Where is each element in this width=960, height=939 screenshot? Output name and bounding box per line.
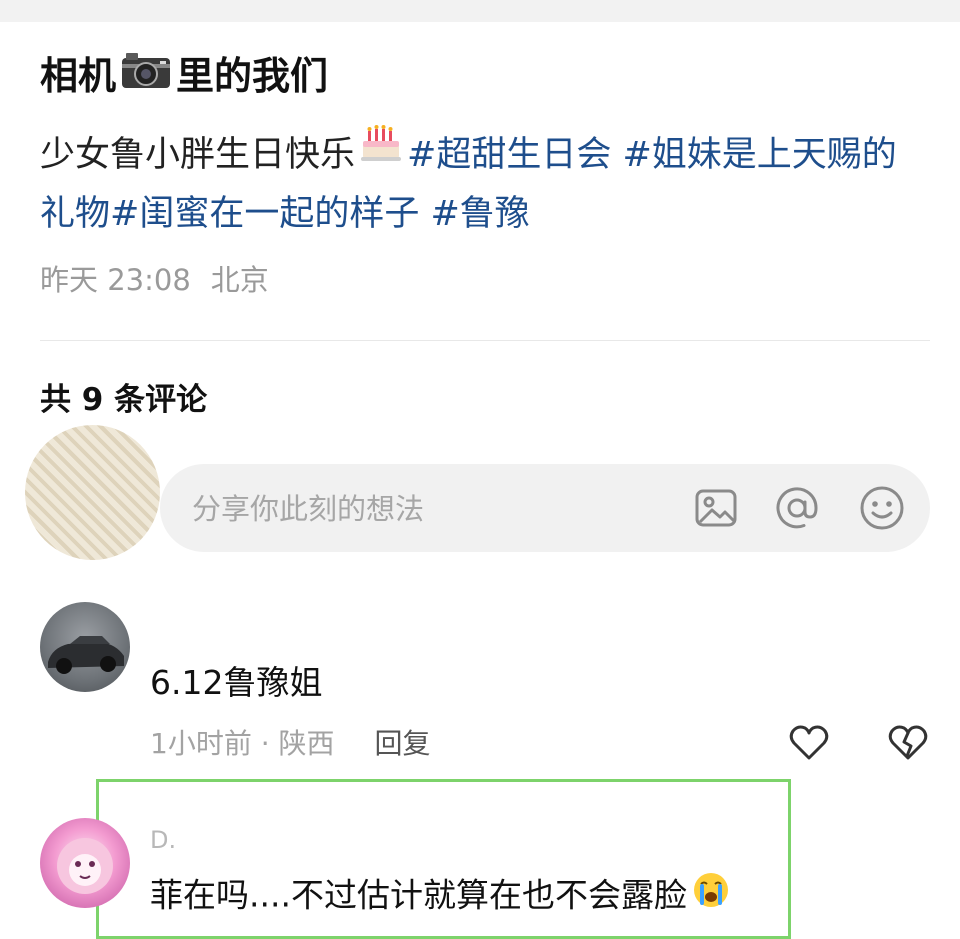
divider [40,340,930,341]
comment-text: 菲在吗....不过估计就算在也不会露脸 [150,872,731,922]
top-bar [0,0,960,22]
post-title: 相机 里的我们 [40,52,328,104]
like-heart-icon[interactable] [787,720,831,764]
hashtag-link[interactable]: #超甜生日会 [407,135,611,175]
comment-text-body: 菲在吗....不过估计就算在也不会露脸 [150,875,687,915]
cake-emoji-icon [359,123,403,181]
image-icon[interactable] [692,484,740,532]
camera-emoji-icon [120,50,172,101]
caption-text: 少女鲁小胖生日快乐 [40,135,356,175]
post-meta: 昨天 23:08 北京 [40,262,269,298]
my-avatar [25,425,160,560]
comment-meta: 1小时前 · 陕西 回复 [150,726,431,762]
title-text-part1: 相机 [40,54,117,98]
comment-time-location: 1小时前 · 陕西 [150,727,335,760]
post-location: 北京 [210,263,269,297]
commenter-name[interactable]: D. [150,826,176,854]
broken-heart-icon[interactable] [886,720,930,764]
comment-count: 共 9 条评论 [40,382,208,418]
title-text-part2: 里的我们 [176,54,329,98]
commenter-avatar[interactable] [40,818,130,908]
commenter-avatar[interactable] [40,602,130,692]
post-time: 昨天 23:08 [40,263,191,297]
comment-input[interactable] [190,482,664,536]
reply-button[interactable]: 回复 [375,727,431,760]
at-icon[interactable] [773,484,821,532]
post-caption: 少女鲁小胖生日快乐 #超甜生日会 #姐妹是上天赐的礼物#闺蜜在一起的样子 #鲁豫 [40,123,930,243]
crying-emoji-icon [691,869,731,919]
hashtag-link[interactable]: #闺蜜在一起的样子 [110,194,419,234]
hashtag-link[interactable]: #鲁豫 [430,194,529,234]
comment-text: 6.12鲁豫姐 [150,663,323,702]
emoji-icon[interactable] [858,484,906,532]
comment-composer[interactable] [160,464,930,552]
